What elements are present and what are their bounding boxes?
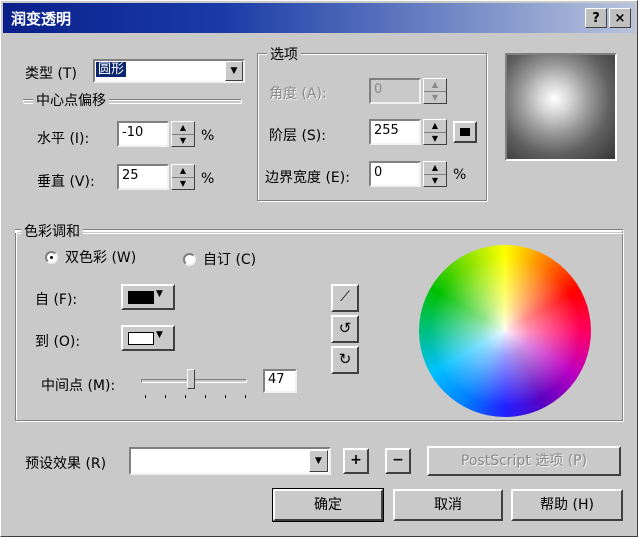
- cancel-button[interactable]: 取消: [393, 489, 503, 521]
- type-selected-value: 圆形: [96, 62, 127, 77]
- spin-down-icon[interactable]: ▼: [172, 134, 194, 146]
- to-color-picker[interactable]: ▼: [121, 325, 175, 351]
- help-button[interactable]: 帮助 (H): [511, 489, 623, 521]
- midpoint-slider-thumb[interactable]: [186, 369, 195, 389]
- add-preset-button[interactable]: +: [343, 448, 369, 474]
- horizontal-unit: %: [201, 128, 215, 144]
- lock-icon: [460, 128, 470, 136]
- ok-button[interactable]: 确定: [272, 488, 384, 522]
- color-blend-group-label: 色彩调和: [21, 221, 83, 241]
- edge-width-label: 边界宽度 (E):: [265, 170, 350, 186]
- remove-preset-button[interactable]: −: [385, 448, 411, 474]
- midpoint-label: 中间点 (M):: [41, 378, 116, 394]
- spin-down-icon[interactable]: ▼: [424, 91, 446, 103]
- spin-up-icon[interactable]: ▲: [424, 79, 446, 91]
- diagonal-line-icon: ⟋: [340, 289, 350, 305]
- angle-input[interactable]: 0: [369, 78, 421, 104]
- spin-up-icon[interactable]: ▲: [172, 165, 194, 177]
- chevron-down-icon: ▼: [156, 330, 163, 340]
- color-wheel[interactable]: [419, 245, 591, 417]
- vertical-input[interactable]: 25: [117, 164, 169, 190]
- radio-two-color[interactable]: [45, 251, 58, 264]
- radio-dot: [50, 256, 53, 259]
- transparency-dialog: 润变透明 ? × 类型 (T) 圆形 ▼ 中心点偏移 水平 (I): -10 ▲…: [0, 0, 638, 537]
- vertical-unit: %: [201, 171, 215, 187]
- horizontal-input[interactable]: -10: [117, 121, 169, 147]
- from-color-picker[interactable]: ▼: [121, 284, 175, 310]
- color-blend-top-border: [15, 229, 623, 233]
- radio-two-color-label[interactable]: 双色彩 (W): [65, 247, 136, 267]
- edge-width-unit: %: [453, 167, 467, 183]
- horizontal-label: 水平 (I):: [37, 131, 90, 147]
- edge-width-spinner[interactable]: ▲ ▼: [423, 161, 447, 187]
- angle-spinner[interactable]: ▲ ▼: [423, 78, 447, 104]
- to-color-swatch: [128, 332, 154, 345]
- to-label: 到 (O):: [35, 334, 81, 350]
- chevron-down-icon: ▼: [156, 289, 163, 299]
- spin-down-icon[interactable]: ▼: [424, 132, 446, 144]
- type-label: 类型 (T): [25, 66, 77, 82]
- type-select[interactable]: 圆形: [93, 59, 245, 83]
- presets-label: 预设效果 (R): [25, 456, 107, 472]
- spin-up-icon[interactable]: ▲: [424, 120, 446, 132]
- vertical-label: 垂直 (V):: [37, 174, 95, 190]
- options-group-label: 选项: [267, 44, 301, 64]
- clockwise-button[interactable]: ↻: [331, 346, 359, 374]
- direct-blend-button[interactable]: ⟋: [331, 284, 359, 312]
- radio-custom-label[interactable]: 自订 (C): [203, 249, 256, 269]
- presets-select[interactable]: [129, 447, 331, 475]
- midpoint-slider-ticks: [145, 395, 246, 399]
- window-title: 润变透明: [11, 10, 72, 28]
- steps-spinner[interactable]: ▲ ▼: [423, 119, 447, 145]
- slider-tick: [145, 395, 146, 398]
- from-color-swatch: [128, 291, 154, 304]
- slider-tick: [205, 395, 206, 398]
- postscript-options-button[interactable]: PostScript 选项 (P): [427, 446, 621, 476]
- slider-tick: [245, 395, 246, 398]
- steps-input[interactable]: 255: [369, 119, 421, 145]
- chevron-down-icon[interactable]: ▼: [309, 450, 328, 472]
- spin-up-icon[interactable]: ▲: [424, 162, 446, 174]
- title-bar[interactable]: 润变透明 ? ×: [3, 3, 635, 33]
- edge-width-input[interactable]: 0: [369, 161, 421, 187]
- rotate-ccw-icon: ↺: [338, 319, 352, 337]
- slider-tick: [165, 395, 166, 398]
- spin-down-icon[interactable]: ▼: [424, 174, 446, 186]
- preview-image: [505, 53, 617, 161]
- rotate-cw-icon: ↻: [338, 350, 352, 368]
- vertical-spinner[interactable]: ▲ ▼: [171, 164, 195, 190]
- from-label: 自 (F):: [35, 292, 78, 308]
- center-offset-group-label: 中心点偏移: [33, 90, 109, 110]
- chevron-down-icon[interactable]: ▼: [225, 61, 243, 81]
- angle-label: 角度 (A):: [269, 86, 327, 102]
- radio-custom[interactable]: [183, 253, 196, 266]
- midpoint-input[interactable]: 47: [263, 369, 297, 393]
- close-button[interactable]: ×: [609, 8, 631, 28]
- spin-up-icon[interactable]: ▲: [172, 122, 194, 134]
- lock-steps-button[interactable]: [453, 121, 477, 143]
- spin-down-icon[interactable]: ▼: [172, 177, 194, 189]
- help-title-button[interactable]: ?: [585, 8, 607, 28]
- counter-clockwise-button[interactable]: ↺: [331, 315, 359, 343]
- slider-tick: [185, 395, 186, 398]
- horizontal-spinner[interactable]: ▲ ▼: [171, 121, 195, 147]
- steps-label: 阶层 (S):: [269, 128, 326, 144]
- slider-tick: [225, 395, 226, 398]
